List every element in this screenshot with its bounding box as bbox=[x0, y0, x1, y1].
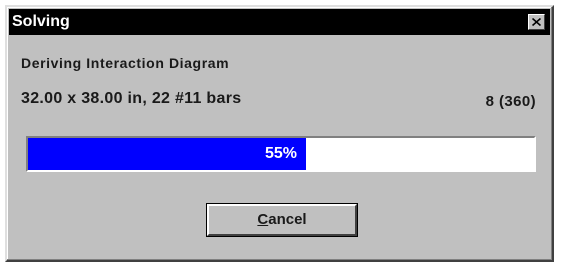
section-detail-label: 32.00 x 38.00 in, 22 #11 bars bbox=[21, 90, 242, 107]
cancel-mnemonic: C bbox=[257, 211, 269, 228]
solving-dialog: Solving Deriving Interaction Diagram 32.… bbox=[5, 5, 554, 262]
close-button[interactable] bbox=[528, 14, 545, 30]
cancel-button[interactable]: Cancel bbox=[206, 203, 358, 237]
progress-bar: 55% bbox=[26, 136, 536, 172]
iteration-count: 8 (360) bbox=[485, 93, 536, 110]
window-title: Solving bbox=[12, 13, 70, 30]
cancel-button-bevel: Cancel bbox=[207, 204, 357, 236]
cancel-label-rest: ancel bbox=[268, 211, 307, 228]
progress-percent: 55% bbox=[264, 145, 298, 162]
close-icon bbox=[532, 18, 541, 26]
cancel-button-label: Cancel bbox=[209, 206, 355, 234]
title-bar[interactable]: Solving bbox=[9, 9, 550, 35]
task-label: Deriving Interaction Diagram bbox=[21, 55, 230, 71]
